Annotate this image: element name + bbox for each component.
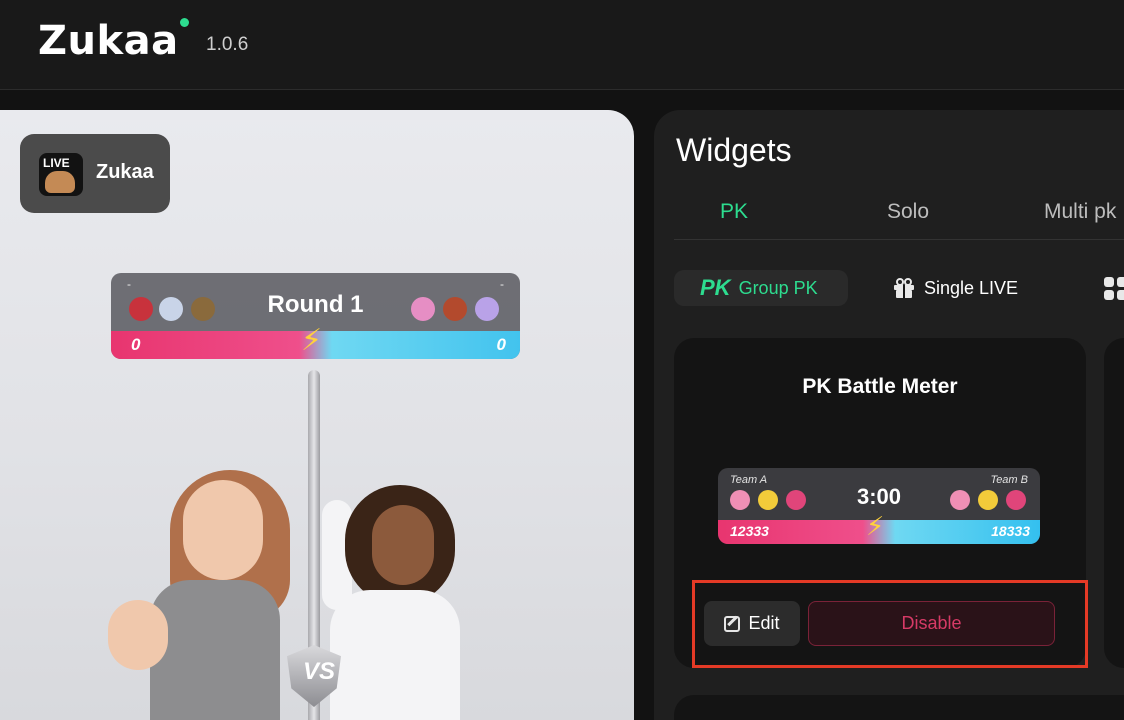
pk-battle-meter-overlay: - - Round 1 0 ⚡ 0 xyxy=(111,273,520,359)
tabs-divider xyxy=(674,239,1124,240)
widget-card-next[interactable] xyxy=(1104,338,1124,668)
edit-button[interactable]: Edit xyxy=(704,601,800,646)
pk-icon: PK xyxy=(700,275,731,300)
chip-single-live[interactable]: Single LIVE xyxy=(892,270,1052,306)
star-icon xyxy=(978,490,998,510)
chip-label: Group PK xyxy=(738,277,818,298)
live-badge-name: Zukaa xyxy=(96,161,154,183)
tab-pk[interactable]: PK xyxy=(720,200,748,224)
edit-icon xyxy=(724,615,741,632)
mini-score-bar: 12333 ⚡ 18333 xyxy=(718,511,1040,544)
live-app-icon: LIVE xyxy=(39,153,83,196)
gift-icon xyxy=(894,278,914,298)
pk-meter-thumbnail: Team A Team B 3:00 12333 ⚡ 18333 xyxy=(718,468,1040,544)
lightning-icon: ⚡ xyxy=(301,324,323,357)
left-score: 0 xyxy=(131,335,141,354)
lightning-icon: ⚡ xyxy=(866,511,885,541)
vs-label: VS xyxy=(303,658,336,685)
disable-label: Disable xyxy=(901,613,962,633)
team-b-score: 18333 xyxy=(991,523,1030,539)
edit-label: Edit xyxy=(748,613,780,633)
chip-group-pk[interactable]: PK Group PK xyxy=(674,270,848,306)
right-score: 0 xyxy=(496,335,506,354)
widgets-panel: Widgets PK Solo Multi pk PK Group PK Sin… xyxy=(654,110,1124,720)
live-badge: LIVE Zukaa xyxy=(20,134,170,213)
right-team-dash: - xyxy=(500,277,504,291)
disable-button[interactable]: Disable xyxy=(808,601,1055,646)
tab-solo[interactable]: Solo xyxy=(887,200,929,224)
treasure-icon xyxy=(443,297,467,321)
team-a-score: 12333 xyxy=(730,523,769,539)
app-version: 1.0.6 xyxy=(206,34,249,55)
left-team-dash: - xyxy=(127,277,131,291)
heart-icon xyxy=(1006,490,1026,510)
gift-icon xyxy=(950,490,970,510)
pk-score-bar: 0 ⚡ 0 xyxy=(111,324,520,359)
flower-icon xyxy=(411,297,435,321)
widgets-title: Widgets xyxy=(676,132,792,168)
app-header: Zukaa 1.0.6 xyxy=(0,0,1124,90)
app-logo: Zukaa xyxy=(38,18,179,64)
music-note-icon xyxy=(475,297,499,321)
online-dot-icon xyxy=(180,18,189,27)
card-title: PK Battle Meter xyxy=(802,375,958,398)
grid-icon[interactable] xyxy=(1104,277,1124,301)
tab-multi-pk[interactable]: Multi pk xyxy=(1044,200,1116,224)
live-preview: LIVE Zukaa VS - - Round 1 0 ⚡ 0 xyxy=(0,110,634,720)
chip-label: Single LIVE xyxy=(924,277,1019,298)
